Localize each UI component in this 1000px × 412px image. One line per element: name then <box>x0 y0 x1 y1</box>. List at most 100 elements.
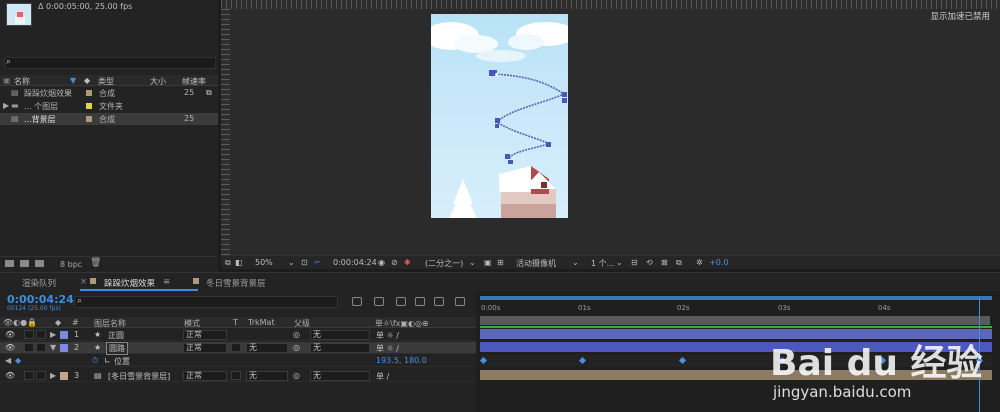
preserve-transparency-toggle[interactable] <box>231 371 241 380</box>
resolution-select[interactable]: (二分之一) <box>425 258 463 269</box>
tab-background-composition[interactable]: 冬日雪景背景层 <box>206 277 266 289</box>
trkmat-select[interactable]: 无 <box>246 343 288 353</box>
column-type[interactable]: 类型 <box>98 76 114 87</box>
timeline-search-input[interactable] <box>74 296 338 308</box>
chevron-down-icon[interactable]: ⌄ <box>572 258 579 267</box>
flowchart-icon[interactable]: ⧉ <box>676 258 682 268</box>
region-of-interest-icon[interactable]: ⌐ <box>314 258 321 267</box>
layer-row[interactable]: 👁 ▶ 1 ★ 正圆 正常 ◎ 无 单 ☼ ∕ <box>0 329 476 341</box>
label-color[interactable] <box>60 331 68 339</box>
switches-icon[interactable]: 单 ☼ ∕ <box>376 343 399 354</box>
pickwhip-icon[interactable]: ◎ <box>293 371 300 380</box>
visibility-icon[interactable]: 👁 <box>5 343 15 352</box>
lock-toggle[interactable] <box>36 371 46 380</box>
exposure-icon[interactable]: ✲ <box>696 258 703 267</box>
stopwatch-icon[interactable]: ⏱ <box>92 356 98 366</box>
layer-name[interactable]: 正圆 <box>108 330 124 341</box>
parent-select[interactable]: 无 <box>310 330 370 340</box>
parent-select[interactable]: 无 <box>310 371 370 381</box>
draft-3d-icon[interactable] <box>374 297 384 306</box>
pickwhip-icon[interactable]: ◎ <box>293 330 300 339</box>
solo-toggle[interactable] <box>24 371 34 380</box>
lock-toggle[interactable] <box>36 330 46 339</box>
switches-icon[interactable]: 单 ☼ ∕ <box>376 330 399 341</box>
label-color[interactable] <box>60 344 68 352</box>
timeline-icon[interactable]: ⊠ <box>661 258 668 267</box>
parent-select[interactable]: 无 <box>310 343 370 353</box>
camera-select[interactable]: 活动摄像机 <box>516 258 556 269</box>
region-icon[interactable]: ⊞ <box>497 258 504 267</box>
grid-guide-icon[interactable]: ⊟ <box>631 258 638 267</box>
tab-render-queue[interactable]: 渲染队列 <box>22 277 56 289</box>
lock-toggle[interactable] <box>36 343 46 352</box>
shy-layers-icon[interactable] <box>396 297 406 306</box>
pickwhip-icon[interactable]: ◎ <box>293 343 300 352</box>
work-area-bar[interactable] <box>480 316 990 325</box>
expand-arrow-icon[interactable]: ▶ <box>50 330 56 339</box>
project-item[interactable]: ▶ ▬ ... 个图层 文件夹 <box>0 100 218 112</box>
time-ruler[interactable] <box>480 296 992 316</box>
solo-toggle[interactable] <box>24 330 34 339</box>
sort-arrow-icon[interactable]: ▼ <box>70 76 76 85</box>
bit-depth[interactable]: 8 bpc <box>60 260 82 269</box>
blend-mode-select[interactable]: 正常 <box>183 343 227 353</box>
frame-blending-icon[interactable] <box>415 297 425 306</box>
close-icon[interactable]: × <box>80 277 87 287</box>
fast-preview-icon[interactable]: ⟲ <box>646 258 653 267</box>
layer-row-selected[interactable]: 👁 ▼ 2 ★ 圆路 正常 无 ◎ 无 单 ☼ ∕ <box>0 342 476 355</box>
chevron-down-icon[interactable]: ⌄ <box>288 258 295 267</box>
exposure-value[interactable]: +0.0 <box>709 258 728 267</box>
column-name[interactable]: 名称 <box>14 76 30 87</box>
new-folder-icon[interactable] <box>20 260 29 267</box>
show-snapshot-icon[interactable]: ⊘ <box>391 258 398 267</box>
flowchart-icon[interactable]: ⧉ <box>206 88 212 98</box>
property-value[interactable]: 193.5, 180.0 <box>376 356 427 365</box>
visibility-icon[interactable]: 👁 <box>5 330 15 339</box>
expand-arrow-icon[interactable]: ▶ <box>3 101 9 110</box>
preserve-transparency-toggle[interactable] <box>231 343 241 352</box>
camera-snapshot-icon[interactable]: ◉ <box>378 258 385 267</box>
project-item[interactable]: ▤ 跺跺炊烟效果 合成 25 ⧉ <box>0 87 218 99</box>
new-composition-icon[interactable] <box>35 260 44 267</box>
zoom-select[interactable]: 50% <box>255 258 273 267</box>
column-layer-name[interactable]: 图层名称 <box>94 318 126 329</box>
transparency-grid-icon[interactable]: ▣ <box>484 258 492 267</box>
motion-blur-icon[interactable] <box>434 297 444 306</box>
current-time[interactable]: 0:00:04:24 <box>333 258 377 267</box>
graph-editor-icon[interactable] <box>455 297 465 306</box>
comp-flowchart-icon[interactable] <box>352 297 362 306</box>
visibility-icon[interactable]: 👁 <box>5 371 15 380</box>
layer-row[interactable]: 👁 ▶ 3 ▤ [冬日雪景背景层] 正常 无 ◎ 无 单 ∕ <box>0 370 476 382</box>
collapse-arrow-icon[interactable]: ▼ <box>50 343 56 352</box>
column-fps[interactable]: 帧速率 <box>182 76 206 87</box>
trkmat-select[interactable]: 无 <box>246 371 288 381</box>
tab-active-composition[interactable]: 跺跺炊烟效果 <box>104 277 155 289</box>
prev-keyframe-icon[interactable]: ◀ <box>5 356 11 365</box>
always-preview-icon[interactable]: ⧉ <box>225 258 231 268</box>
color-channels-icon[interactable]: ✱ <box>404 258 411 267</box>
expand-arrow-icon[interactable]: ▶ <box>50 371 56 380</box>
switches-icon[interactable]: 单 ∕ <box>376 371 389 382</box>
chevron-down-icon[interactable]: ⌄ <box>616 258 623 267</box>
keyframe-icon[interactable]: ◆ <box>15 356 21 365</box>
item-name: ... 个图层 <box>24 102 59 111</box>
comp-options-icon[interactable]: ◧ <box>235 258 243 267</box>
menu-icon[interactable]: ≡ <box>163 277 170 287</box>
fit-frame-icon[interactable]: ⊡ <box>301 258 308 267</box>
solo-toggle[interactable] <box>24 343 34 352</box>
property-row[interactable]: ◀ ◆ ⏱ ∟ 位置 193.5, 180.0 <box>0 355 476 367</box>
interpret-footage-icon[interactable] <box>5 260 14 267</box>
column-size[interactable]: 大小 <box>150 76 166 87</box>
blend-mode-select[interactable]: 正常 <box>183 371 227 381</box>
view-layout-select[interactable]: 1 个... <box>591 258 614 269</box>
layer-name[interactable]: [冬日雪景背景层] <box>108 371 170 382</box>
blend-mode-select[interactable]: 正常 <box>183 330 227 340</box>
chevron-down-icon[interactable]: ⌄ <box>469 258 476 267</box>
time-label: 04s <box>878 304 891 312</box>
project-item-selected[interactable]: ▤ ...背景层 合成 25 <box>0 113 218 125</box>
item-name: 跺跺炊烟效果 <box>24 89 72 98</box>
layer-name-edit[interactable]: 圆路 <box>106 342 128 355</box>
label-color[interactable] <box>60 372 68 380</box>
delete-icon[interactable]: 🗑 <box>90 258 101 268</box>
project-search-input[interactable] <box>4 57 216 69</box>
